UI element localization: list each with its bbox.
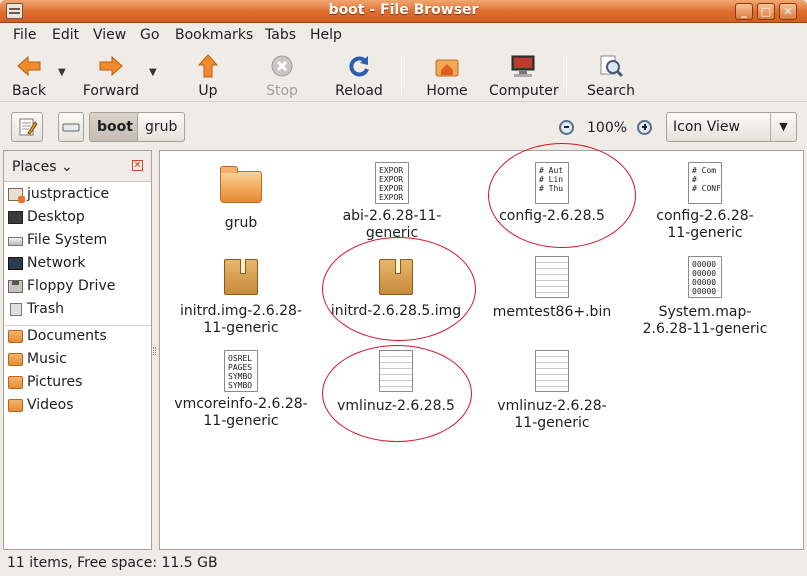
text-file-icon: # Com # # CONFI: [688, 162, 722, 204]
file-item-grub[interactable]: grub: [166, 165, 316, 232]
text-file-icon: OSREL PAGES SYMBO SYMBO: [224, 350, 258, 392]
menu-edit[interactable]: Edit: [52, 27, 79, 43]
view-mode-select[interactable]: Icon View ▼: [666, 112, 797, 142]
status-text: 11 items, Free space: 11.5 GB: [7, 555, 218, 571]
chevron-down-icon: ▼: [770, 113, 796, 141]
floppy-icon: [8, 280, 23, 293]
desktop-icon: [8, 211, 23, 224]
toolbar-separator: [401, 55, 402, 95]
file-item-initrd-generic[interactable]: initrd.img-2.6.28-11-generic: [166, 259, 316, 337]
file-item-abi[interactable]: EXPOR EXPOR EXPOR EXPOR abi-2.6.28-11-ge…: [317, 162, 467, 242]
forward-arrow-icon: [98, 54, 124, 78]
folder-icon: [8, 330, 23, 343]
stop-button[interactable]: Stop: [260, 51, 304, 99]
edit-location-icon: [19, 118, 38, 136]
close-window-button[interactable]: ✕: [779, 3, 797, 20]
search-icon: [598, 54, 624, 78]
forward-history-chevron-icon[interactable]: ▼: [149, 67, 157, 78]
file-item-memtest[interactable]: memtest86+.bin: [477, 256, 627, 321]
crumb-boot[interactable]: boot: [89, 112, 141, 142]
package-icon: [224, 259, 258, 295]
drive-icon: [8, 237, 23, 246]
menu-go[interactable]: Go: [140, 27, 159, 43]
menu-bar: File Edit View Go Bookmarks Tabs Help: [0, 23, 807, 47]
forward-button[interactable]: Forward: [80, 51, 142, 99]
minimize-button[interactable]: _: [735, 3, 753, 20]
drive-icon: [62, 123, 80, 132]
menu-view[interactable]: View: [93, 27, 126, 43]
menu-bookmarks[interactable]: Bookmarks: [175, 27, 253, 43]
folder-icon: [8, 376, 23, 389]
search-button[interactable]: Search: [586, 51, 636, 99]
file-item-config-generic[interactable]: # Com # # CONFI config-2.6.28-11-generic: [630, 162, 780, 242]
annotation-circle-vmlinuz: [322, 345, 472, 442]
file-icon-view[interactable]: grub EXPOR EXPOR EXPOR EXPOR abi-2.6.28-…: [159, 143, 804, 550]
menu-file[interactable]: File: [13, 27, 36, 43]
up-arrow-icon: [195, 54, 221, 78]
view-mode-value: Icon View: [673, 119, 740, 135]
reload-icon: [346, 54, 372, 78]
main-toolbar: Back ▼ Forward ▼ Up Stop Reload Home Com…: [0, 47, 807, 102]
sidebar-header: Places ⌄ ×: [4, 151, 151, 182]
sidebar-separator: [4, 325, 151, 326]
zoom-level[interactable]: 100%: [587, 120, 627, 136]
folder-icon: [220, 166, 262, 203]
toolbar-separator: [566, 55, 567, 95]
annotation-circle-config: [488, 143, 636, 248]
window-title: boot - File Browser: [328, 2, 479, 18]
text-file-icon: [535, 350, 569, 392]
text-file-icon: 00000 00000 00000 00000: [688, 256, 722, 298]
crumb-grub[interactable]: grub: [137, 112, 186, 142]
text-file-icon: EXPOR EXPOR EXPOR EXPOR: [375, 162, 409, 204]
zoom-out-icon[interactable]: [559, 120, 574, 135]
home-folder-icon: [434, 54, 460, 78]
status-bar: 11 items, Free space: 11.5 GB: [0, 552, 807, 576]
title-bar[interactable]: boot - File Browser _ □ ✕: [0, 0, 807, 23]
close-sidebar-icon[interactable]: ×: [132, 160, 143, 171]
file-item-system-map[interactable]: 00000 00000 00000 00000 System.map-2.6.2…: [630, 256, 780, 338]
toggle-location-button[interactable]: [11, 112, 43, 142]
text-file-icon: [535, 256, 569, 298]
home-folder-icon: [8, 188, 25, 203]
zoom-in-icon[interactable]: [637, 120, 652, 135]
stop-icon: [269, 54, 295, 78]
maximize-button[interactable]: □: [757, 3, 775, 20]
computer-button[interactable]: Computer: [489, 51, 559, 99]
file-item-vmlinuz-generic[interactable]: vmlinuz-2.6.28-11-generic: [477, 350, 627, 432]
trash-icon: [10, 303, 22, 316]
annotation-circle-initrd: [322, 237, 476, 341]
pane-resize-handle[interactable]: [153, 347, 156, 355]
reload-button[interactable]: Reload: [333, 51, 385, 99]
menu-tabs[interactable]: Tabs: [265, 27, 296, 43]
up-button[interactable]: Up: [186, 51, 230, 99]
back-history-chevron-icon[interactable]: ▼: [58, 67, 66, 78]
sidebar-type-select[interactable]: Places ⌄: [12, 159, 73, 175]
filesystem-root-crumb[interactable]: [58, 112, 84, 142]
places-sidebar: Places ⌄ × justpractice Desktop File Sys…: [3, 150, 152, 550]
back-button[interactable]: Back: [6, 51, 52, 99]
chevron-down-icon: ⌄: [56, 159, 73, 175]
home-button[interactable]: Home: [424, 51, 470, 99]
computer-icon: [510, 54, 536, 78]
folder-icon: [8, 353, 23, 366]
menu-help[interactable]: Help: [310, 27, 342, 43]
folder-icon: [8, 399, 23, 412]
location-bar: boot grub 100% Icon View ▼: [0, 103, 807, 147]
file-item-vmcoreinfo[interactable]: OSREL PAGES SYMBO SYMBO vmcoreinfo-2.6.2…: [166, 350, 316, 430]
network-icon: [8, 257, 23, 270]
back-arrow-icon: [16, 54, 42, 78]
